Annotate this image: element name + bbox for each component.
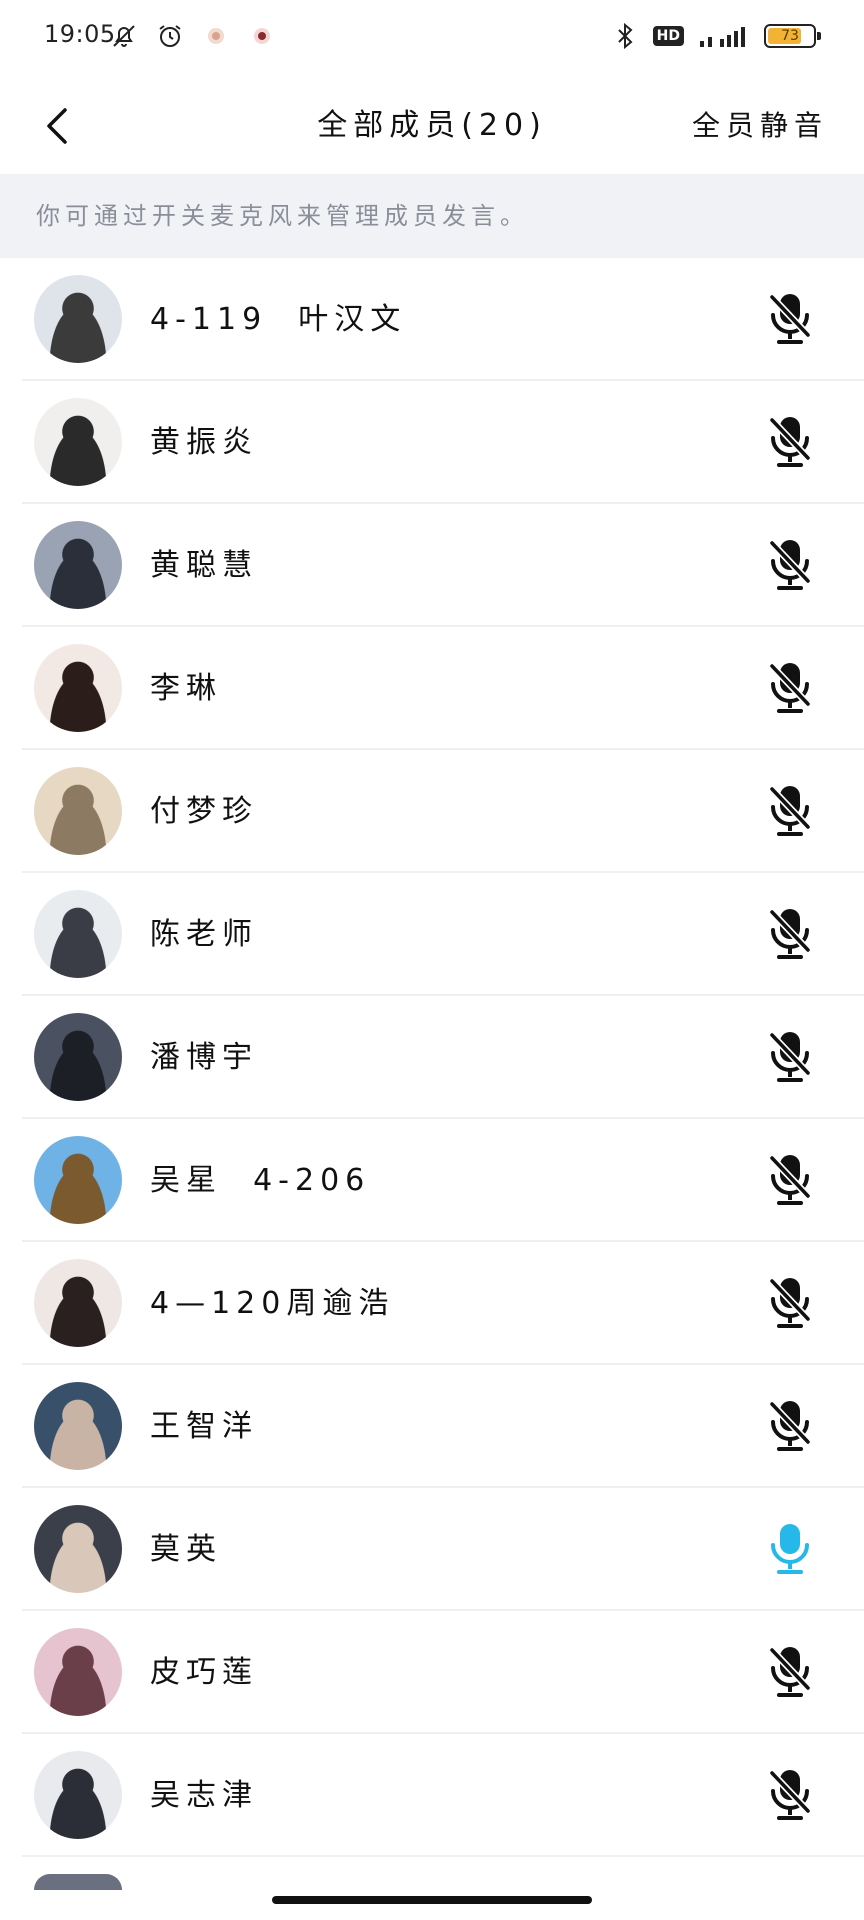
mic-off-button[interactable] <box>758 1148 822 1212</box>
member-row[interactable]: 吴星 4-206 <box>0 1119 864 1242</box>
hint-text: 你可通过开关麦克风来管理成员发言。 <box>36 202 529 230</box>
member-name: 陈老师 <box>150 917 258 952</box>
member-name: 皮巧莲 <box>150 1655 258 1690</box>
avatar[interactable] <box>34 1628 122 1716</box>
member-row[interactable]: 黄聪慧 <box>0 504 864 627</box>
member-row[interactable]: 4-119 叶汉文 <box>0 258 864 381</box>
mic-off-button[interactable] <box>758 1271 822 1335</box>
avatar[interactable] <box>34 767 122 855</box>
microphone-off-icon <box>768 1154 812 1205</box>
microphone-off-icon <box>768 1646 812 1697</box>
member-name: 4—120周逾浩 <box>150 1286 395 1321</box>
mic-off-button[interactable] <box>758 533 822 597</box>
member-name: 黄聪慧 <box>150 548 258 583</box>
avatar[interactable] <box>34 1751 122 1839</box>
member-row[interactable]: 陈老师 <box>0 873 864 996</box>
member-row[interactable]: 4—120周逾浩 <box>0 1242 864 1365</box>
mic-off-button[interactable] <box>758 287 822 351</box>
status-time: 19:05 <box>44 20 116 48</box>
member-name: 吴星 4-206 <box>150 1163 371 1198</box>
member-row[interactable]: 莫英 <box>0 1488 864 1611</box>
member-row[interactable]: 吴志津 <box>0 1734 864 1857</box>
hd-icon: HD <box>652 26 684 46</box>
app-notification-icon <box>246 20 278 52</box>
mic-off-button[interactable] <box>758 1025 822 1089</box>
member-list: 4-119 叶汉文 黄振炎 黄聪慧 李琳 付梦珍 陈老师 潘博宇 吴星 4-20… <box>0 258 864 1857</box>
microphone-off-icon <box>768 539 812 590</box>
avatar[interactable] <box>34 275 122 363</box>
mic-off-button[interactable] <box>758 779 822 843</box>
member-row[interactable]: 皮巧莲 <box>0 1611 864 1734</box>
microphone-off-icon <box>768 293 812 344</box>
member-name: 吴志津 <box>150 1778 258 1813</box>
member-row[interactable]: 黄振炎 <box>0 381 864 504</box>
mic-off-button[interactable] <box>758 902 822 966</box>
hint-banner: 你可通过开关麦克风来管理成员发言。 <box>0 174 864 258</box>
microphone-off-icon <box>768 1277 812 1328</box>
avatar[interactable] <box>34 1505 122 1593</box>
status-right-icons: HD 73 <box>609 20 821 52</box>
alarm-clock-icon <box>154 20 186 52</box>
avatar[interactable] <box>34 890 122 978</box>
mute-alarm-icon <box>108 20 140 52</box>
microphone-off-icon <box>768 908 812 959</box>
avatar[interactable] <box>34 644 122 732</box>
signal-icon <box>696 20 752 52</box>
avatar[interactable] <box>34 1259 122 1347</box>
avatar[interactable] <box>34 398 122 486</box>
status-bar: 19:05 HD 73 <box>0 0 864 78</box>
avatar-partial <box>34 1874 122 1890</box>
microphone-icon <box>771 1524 809 1574</box>
microphone-off-icon <box>768 662 812 713</box>
member-name: 李琳 <box>150 671 222 706</box>
mic-off-button[interactable] <box>758 1640 822 1704</box>
avatar[interactable] <box>34 1382 122 1470</box>
home-indicator[interactable] <box>272 1896 592 1904</box>
mic-off-button[interactable] <box>758 410 822 474</box>
status-left-icons <box>108 20 278 52</box>
microphone-off-icon <box>768 785 812 836</box>
member-name: 4-119 叶汉文 <box>150 302 407 337</box>
microphone-off-icon <box>768 1769 812 1820</box>
member-name: 付梦珍 <box>150 794 258 829</box>
mute-all-button[interactable]: 全员静音 <box>692 78 828 174</box>
header: 全部成员(20) 全员静音 <box>0 78 864 174</box>
mic-off-button[interactable] <box>758 656 822 720</box>
microphone-off-icon <box>768 416 812 467</box>
member-name: 黄振炎 <box>150 425 258 460</box>
bluetooth-icon <box>609 20 641 52</box>
avatar[interactable] <box>34 1136 122 1224</box>
microphone-off-icon <box>768 1400 812 1451</box>
battery-level: 73 <box>781 28 799 44</box>
member-row[interactable]: 王智洋 <box>0 1365 864 1488</box>
member-row[interactable]: 李琳 <box>0 627 864 750</box>
mic-on-button[interactable] <box>758 1517 822 1581</box>
member-name: 潘博宇 <box>150 1040 258 1075</box>
member-name: 王智洋 <box>150 1409 258 1444</box>
member-name: 莫英 <box>150 1532 222 1567</box>
mic-off-button[interactable] <box>758 1394 822 1458</box>
mic-off-button[interactable] <box>758 1763 822 1827</box>
microphone-off-icon <box>768 1031 812 1082</box>
battery-cap <box>817 32 821 40</box>
avatar[interactable] <box>34 1013 122 1101</box>
avatar[interactable] <box>34 521 122 609</box>
member-row[interactable]: 付梦珍 <box>0 750 864 873</box>
app-notification-icon <box>200 20 232 52</box>
member-row[interactable]: 潘博宇 <box>0 996 864 1119</box>
battery-icon: 73 <box>764 24 821 48</box>
